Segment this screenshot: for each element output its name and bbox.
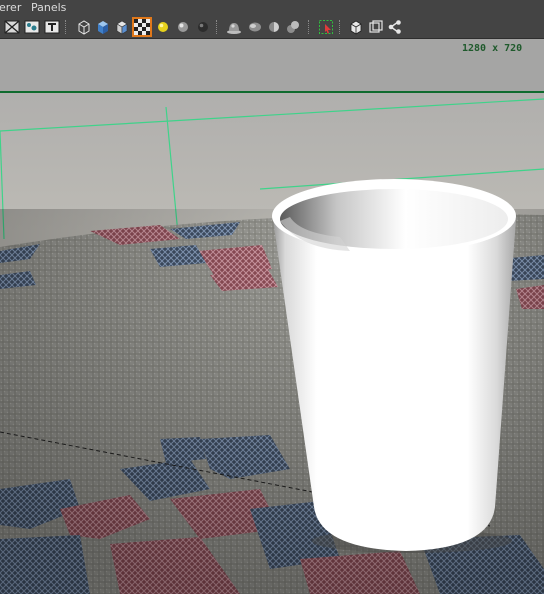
- depth-of-field-icon[interactable]: [285, 19, 301, 35]
- toolbar-separator: [65, 20, 67, 34]
- panels-menu[interactable]: Panels: [31, 1, 66, 14]
- anti-alias-icon[interactable]: [266, 19, 282, 35]
- resolution-gate-label: 1280 x 720: [462, 43, 523, 54]
- 3d-viewport[interactable]: 1280 x 720: [0, 39, 544, 594]
- toolbar-separator: [339, 20, 341, 34]
- toolbar-separator: [216, 20, 218, 34]
- renderer-menu[interactable]: erer: [0, 1, 21, 14]
- wireframe-on-shaded-icon[interactable]: [4, 19, 20, 35]
- shadow-sphere-icon[interactable]: [195, 19, 211, 35]
- xray-joints-icon[interactable]: [348, 19, 364, 35]
- textured-checker-icon[interactable]: [132, 17, 152, 37]
- xray-active-icon[interactable]: [368, 19, 384, 35]
- smooth-shade-cube-icon[interactable]: [95, 19, 111, 35]
- motion-blur-icon[interactable]: [246, 19, 262, 35]
- maya-viewport-panel: erer Panels 1280 x 720: [0, 0, 544, 594]
- wireframe-cube-icon[interactable]: [76, 19, 92, 35]
- toolbar-separator: [308, 20, 310, 34]
- texture-text-icon[interactable]: [44, 19, 60, 35]
- ambient-occlusion-icon[interactable]: [226, 19, 242, 35]
- flat-shade-cube-icon[interactable]: [114, 19, 130, 35]
- node-graph-icon[interactable]: [387, 19, 403, 35]
- scene-render: [0, 39, 544, 594]
- isolate-select-icon[interactable]: [318, 19, 334, 35]
- default-light-icon[interactable]: [155, 19, 171, 35]
- panel-toolbar: [0, 16, 544, 39]
- xray-icon[interactable]: [24, 19, 40, 35]
- all-lights-sphere-icon[interactable]: [175, 19, 191, 35]
- panel-menu-bar: erer Panels: [0, 0, 544, 16]
